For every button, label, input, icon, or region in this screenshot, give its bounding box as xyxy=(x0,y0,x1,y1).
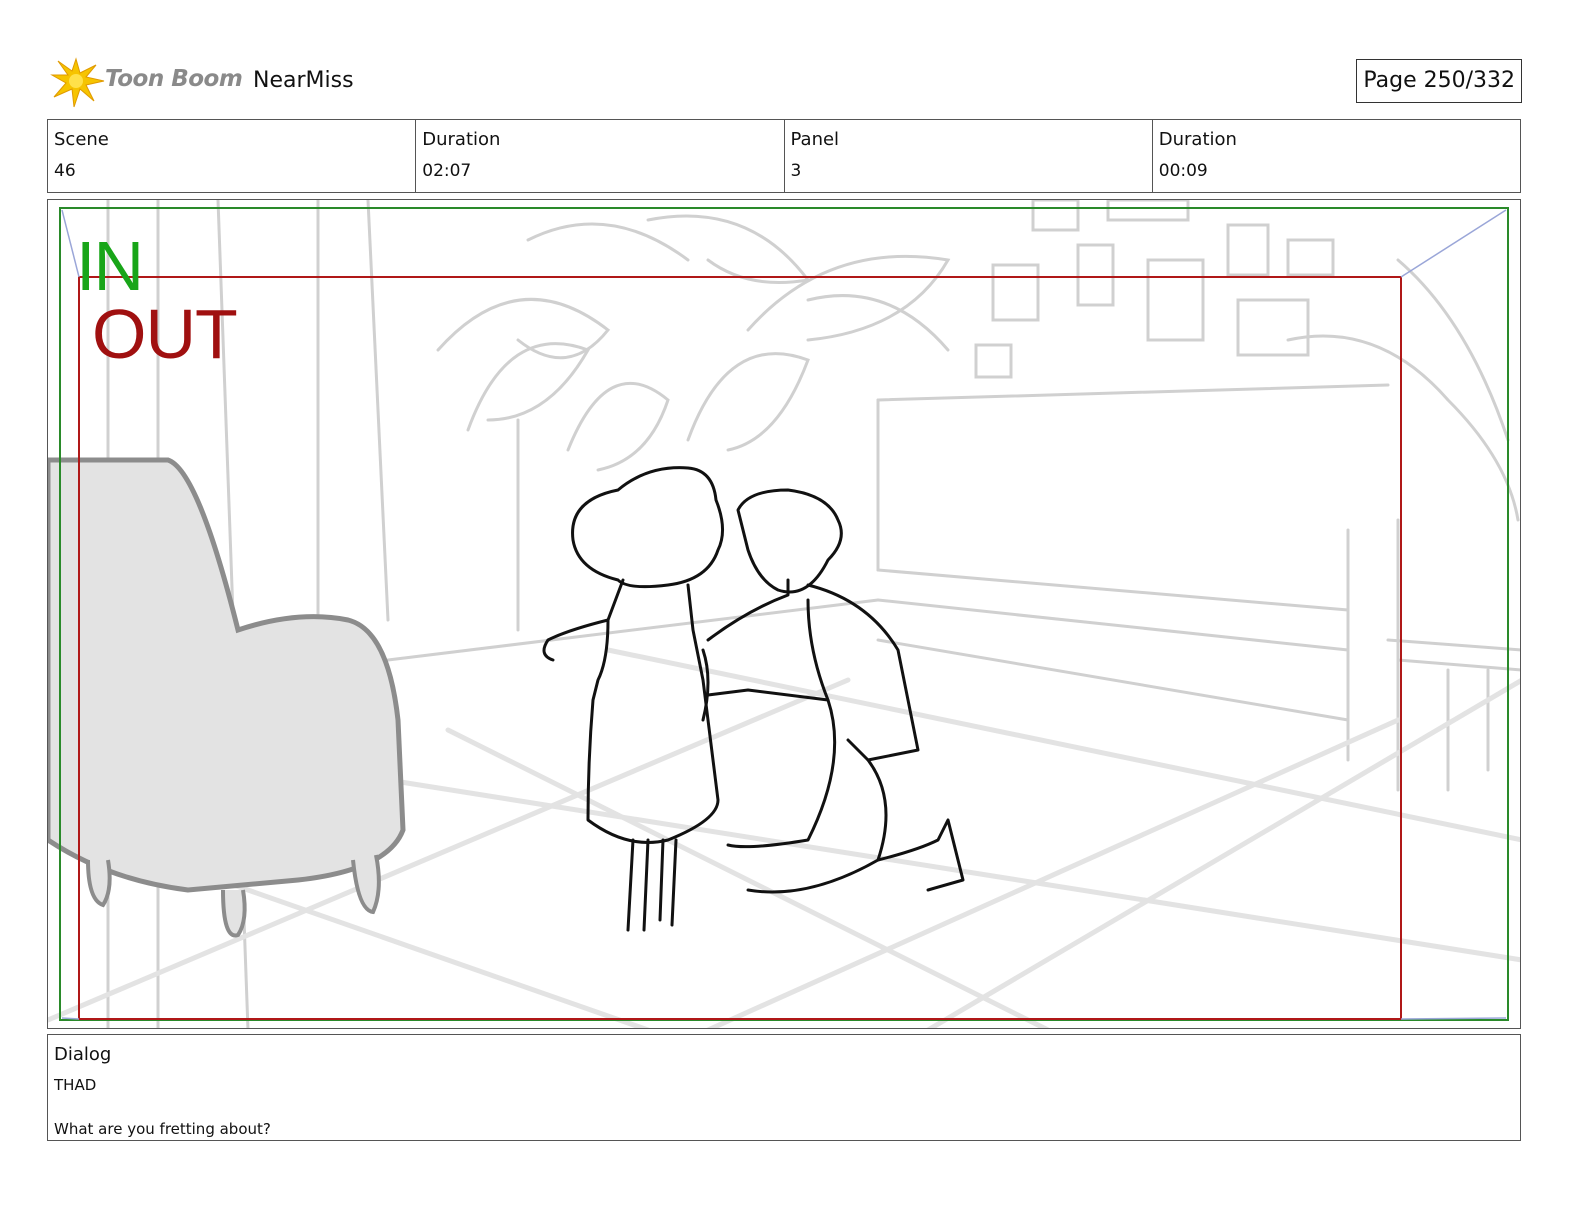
scene-value: 46 xyxy=(54,161,76,181)
page-number: Page 250/332 xyxy=(1356,59,1522,103)
panel-cell: Panel 3 xyxy=(785,120,1153,192)
out-frame-label: OUT xyxy=(92,295,238,373)
panel-value: 3 xyxy=(790,161,802,181)
starburst-icon xyxy=(50,57,105,108)
panel-duration-cell: Duration 00:09 xyxy=(1153,120,1520,192)
storyboard-panel: IN OUT xyxy=(47,199,1521,1029)
dialog-label: Dialog xyxy=(54,1044,112,1065)
armchair-sketch xyxy=(48,457,406,938)
scene-info-table: Scene 46 Duration 02:07 Panel 3 Duration… xyxy=(47,119,1521,193)
project-name: NearMiss xyxy=(253,68,354,93)
toon-boom-logo: Toon Boom xyxy=(50,55,250,110)
scene-cell: Scene 46 xyxy=(48,120,417,192)
scene-label: Scene xyxy=(54,129,109,150)
panel-label: Panel xyxy=(790,129,840,150)
page-header: Toon Boom NearMiss Page 250/332 xyxy=(50,55,1530,110)
dialog-line: What are you fretting about? xyxy=(54,1120,271,1138)
scene-duration-cell: Duration 02:07 xyxy=(416,120,785,192)
panel-duration-value: 00:09 xyxy=(1158,161,1208,181)
logo-wordmark: Toon Boom xyxy=(105,66,243,92)
dialog-box: Dialog THAD What are you fretting about? xyxy=(47,1034,1521,1141)
dialog-character: THAD xyxy=(54,1076,97,1094)
scene-duration-value: 02:07 xyxy=(422,161,472,181)
panel-duration-label: Duration xyxy=(1158,129,1237,150)
panel-sketch xyxy=(48,200,1520,1028)
scene-duration-label: Duration xyxy=(422,129,501,150)
